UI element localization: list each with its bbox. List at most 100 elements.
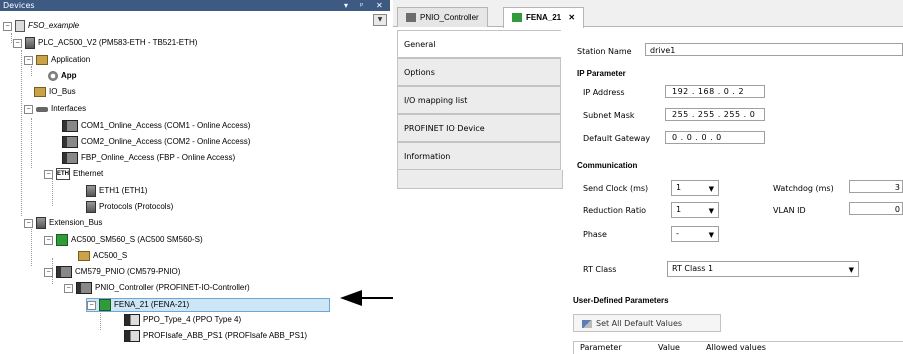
plc-icon (25, 37, 35, 49)
parameter-table-header: Parameter Value Allowed values (573, 341, 903, 354)
dropdown-arrow-icon: ▼ (708, 231, 714, 239)
tree-connector (21, 50, 22, 216)
port-icon (86, 185, 96, 197)
safety-module-icon (56, 234, 68, 246)
tree-node-com2[interactable]: COM2_Online_Access (COM2 - Online Access… (62, 136, 250, 148)
column-header-allowed-values: Allowed values (706, 343, 766, 352)
editor-side-tabs: General Options I/O mapping list PROFINE… (397, 30, 561, 180)
bus-icon (34, 87, 46, 97)
column-header-value: Value (658, 343, 680, 352)
station-name-field[interactable]: drive1 (645, 43, 903, 56)
collapse-icon[interactable]: − (13, 38, 22, 48)
devices-panel-title: Devices (3, 1, 35, 10)
tree-node-ethernet[interactable]: − ETH Ethernet (44, 168, 103, 180)
tree-node-plc[interactable]: − PLC_AC500_V2 (PM583-ETH - TB521-ETH) (13, 37, 197, 49)
tab-options[interactable]: Options (397, 58, 561, 86)
tree-node-application[interactable]: − Application (24, 54, 90, 66)
tab-fena21[interactable]: FENA_21 ✕ (503, 7, 585, 28)
watchdog-field[interactable]: 3 (849, 180, 903, 193)
subnet-mask-label: Subnet Mask (583, 111, 635, 120)
pin-icon[interactable]: ᵖ (360, 0, 363, 11)
collapse-icon[interactable]: − (3, 21, 12, 31)
device-icon (99, 299, 111, 311)
tree-node-fena21[interactable]: − FENA_21 (FENA-21) (86, 298, 331, 312)
slot-module-icon (124, 330, 140, 342)
collapse-icon[interactable]: − (64, 283, 73, 293)
default-gateway-label: Default Gateway (583, 134, 651, 143)
ip-address-field[interactable]: 192 . 168 . 0 . 2 (665, 85, 765, 98)
communication-module-icon (56, 266, 72, 278)
send-clock-select[interactable]: 1 ▼ (671, 180, 719, 196)
tree-node-ppo-type4[interactable]: PPO_Type_4 (PPO Type 4) (124, 314, 241, 326)
protocol-icon (86, 201, 96, 213)
project-icon (15, 20, 25, 32)
station-name-label: Station Name (577, 47, 632, 56)
annotation-arrow-head (340, 290, 362, 306)
tree-node-app[interactable]: App (48, 70, 77, 82)
tree-connector (31, 118, 32, 168)
controller-icon (76, 282, 92, 294)
ip-parameter-header: IP Parameter (577, 69, 626, 78)
application-icon (36, 55, 48, 65)
tab-information[interactable]: Information (397, 142, 561, 170)
close-tab-icon[interactable]: ✕ (568, 13, 575, 22)
default-gateway-field[interactable]: 0 . 0 . 0 . 0 (665, 131, 765, 144)
collapse-icon[interactable]: − (44, 267, 53, 277)
panel-dropdown-icon[interactable]: ▾ (344, 0, 348, 11)
slot-module-icon (124, 314, 140, 326)
collapse-icon[interactable]: − (44, 235, 53, 245)
ethernet-icon: ETH (56, 168, 70, 180)
vlan-id-field[interactable]: 0 (849, 202, 903, 215)
collapse-icon[interactable]: − (44, 169, 53, 179)
devices-panel-titlebar: Devices ▾ ᵖ ✕ (0, 0, 390, 11)
user-defined-parameters-header: User-Defined Parameters (573, 296, 669, 305)
tree-node-com1[interactable]: COM1_Online_Access (COM1 - Online Access… (62, 120, 250, 132)
tree-node-project[interactable]: − FSO_example (3, 20, 79, 32)
device-icon (512, 13, 522, 23)
tree-node-eth1[interactable]: ETH1 (ETH1) (86, 185, 147, 197)
collapse-icon[interactable]: − (24, 218, 33, 228)
tree-node-extension-bus[interactable]: − Extension_Bus (24, 217, 102, 229)
tree-connector (11, 33, 12, 43)
tree-node-fbp[interactable]: FBP_Online_Access (FBP - Online Access) (62, 152, 235, 164)
collapse-icon[interactable]: − (87, 300, 96, 310)
phase-select[interactable]: - ▼ (671, 226, 719, 242)
controller-icon (406, 13, 416, 23)
set-all-default-values-button[interactable]: Set All Default Values (573, 314, 721, 332)
close-icon[interactable]: ✕ (376, 0, 383, 11)
tree-node-protocols[interactable]: Protocols (Protocols) (86, 201, 173, 213)
tab-pnio-controller[interactable]: PNIO_Controller (397, 7, 488, 27)
tab-io-mapping-list[interactable]: I/O mapping list (397, 86, 561, 114)
tree-node-cm579[interactable]: − CM579_PNIO (CM579-PNIO) (44, 266, 180, 278)
devices-panel: Devices ▾ ᵖ ✕ ▼ − FSO_example − PLC_AC500_… (0, 0, 390, 350)
tab-general[interactable]: General (397, 30, 561, 58)
interface-module-icon (62, 120, 78, 132)
watchdog-label: Watchdog (ms) (773, 184, 834, 193)
tab-profinet-io-device[interactable]: PROFINET IO Device (397, 114, 561, 142)
interfaces-icon (36, 106, 48, 112)
side-tabs-filler (397, 170, 563, 189)
editor-tab-bar: PNIO_Controller FENA_21 ✕ (393, 0, 903, 28)
device-editor: PNIO_Controller FENA_21 ✕ General Option… (393, 0, 903, 354)
tree-connector (52, 176, 53, 206)
tree-node-interfaces[interactable]: − Interfaces (24, 103, 86, 115)
reduction-ratio-label: Reduction Ratio (583, 206, 647, 215)
collapse-icon[interactable]: − (24, 55, 33, 65)
tree-node-pnio-controller[interactable]: − PNIO_Controller (PROFINET-IO-Controller… (64, 282, 250, 294)
devices-dropdown-button[interactable]: ▼ (373, 14, 387, 26)
send-clock-label: Send Clock (ms) (583, 184, 649, 193)
tree-node-profisafe[interactable]: PROFIsafe_ABB_PS1 (PROFIsafe ABB_PS1) (124, 330, 307, 342)
phase-label: Phase (583, 230, 607, 239)
ip-address-label: IP Address (583, 88, 625, 97)
defaults-icon (582, 320, 592, 328)
tree-node-io-bus[interactable]: IO_Bus (34, 86, 76, 98)
rt-class-select[interactable]: RT Class 1 ▼ (667, 261, 859, 277)
tree-node-ac500-s[interactable]: AC500_S (78, 250, 127, 262)
interface-module-icon (62, 152, 78, 164)
reduction-ratio-select[interactable]: 1 ▼ (671, 202, 719, 218)
collapse-icon[interactable]: − (24, 104, 33, 114)
subnet-mask-field[interactable]: 255 . 255 . 255 . 0 (665, 108, 765, 121)
rt-class-label: RT Class (583, 265, 617, 274)
vlan-id-label: VLAN ID (773, 206, 806, 215)
tree-node-sm560[interactable]: − AC500_SM560_S (AC500 SM560-S) (44, 234, 203, 246)
